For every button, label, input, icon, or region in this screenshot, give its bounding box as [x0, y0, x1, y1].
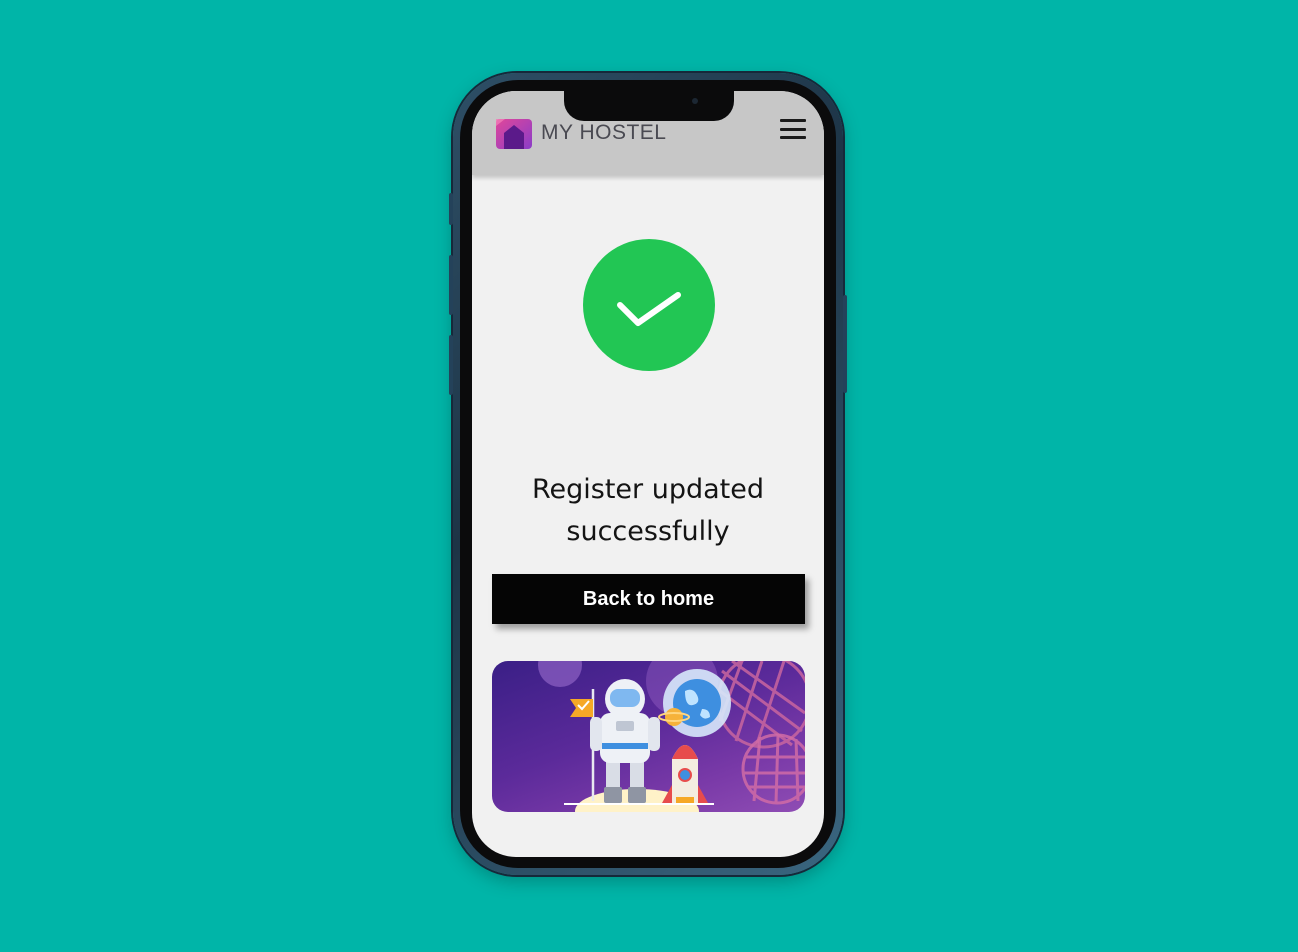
status-message-line2: successfully — [566, 516, 730, 547]
hamburger-menu-icon[interactable] — [780, 117, 806, 141]
success-indicator — [583, 239, 715, 371]
phone-frame: MY HOSTEL Register updated successfully … — [449, 73, 847, 875]
status-message-line1: Register updated — [531, 474, 765, 505]
volume-down-button — [449, 335, 453, 395]
phone-screen: MY HOSTEL Register updated successfully … — [472, 91, 824, 857]
front-camera — [692, 98, 698, 104]
notch — [564, 91, 734, 121]
rocket — [662, 745, 708, 803]
astronaut-rocket-illustration — [538, 661, 805, 812]
status-message: Register updated successfully — [472, 469, 824, 553]
volume-up-button — [449, 255, 453, 315]
promo-banner[interactable] — [492, 661, 805, 812]
house-logo-icon — [495, 116, 533, 150]
back-to-home-button[interactable]: Back to home — [492, 574, 805, 624]
power-button — [843, 295, 847, 393]
checkmark-icon — [617, 292, 681, 326]
backdrop: MY HOSTEL Register updated successfully … — [0, 0, 1298, 952]
brand-name: MY HOSTEL — [541, 121, 667, 144]
screen-bottom — [472, 849, 824, 857]
mute-switch — [449, 193, 453, 225]
brand-logo[interactable]: MY HOSTEL — [495, 116, 666, 150]
